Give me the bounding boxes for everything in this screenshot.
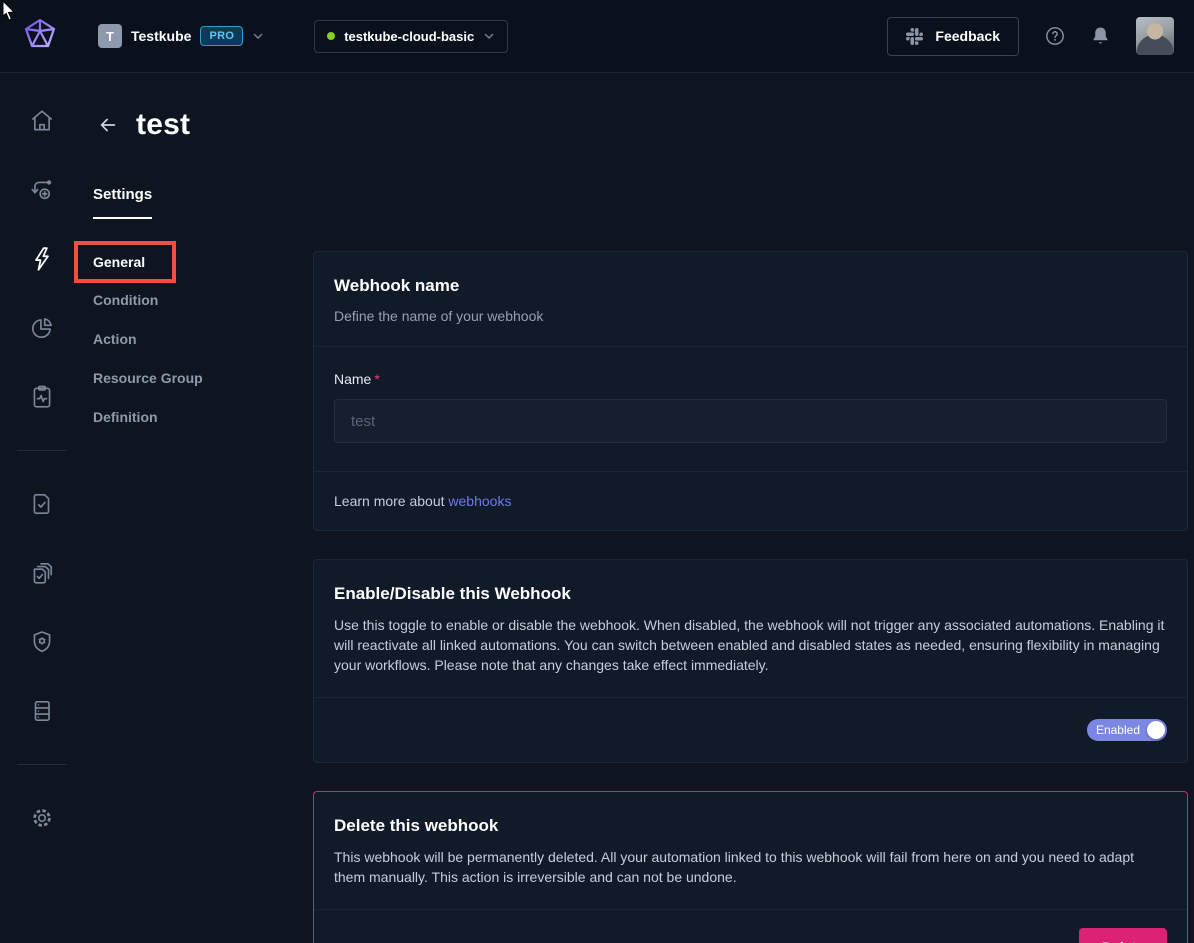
sidebar-divider xyxy=(17,450,67,451)
sidebar-divider xyxy=(17,764,67,765)
sidebar-item-webhooks[interactable] xyxy=(22,239,62,279)
sidebar-item-test-suites[interactable] xyxy=(22,553,62,593)
name-field-label: Name* xyxy=(334,371,380,387)
clipboard-pulse-icon xyxy=(29,384,55,410)
environment-status-dot xyxy=(327,32,335,40)
enable-disable-card: Enable/Disable this Webhook Use this tog… xyxy=(313,559,1188,763)
page-header: test xyxy=(93,108,1188,142)
settings-nav-resource-group[interactable]: Resource Group xyxy=(93,370,203,386)
home-icon xyxy=(29,108,55,134)
delete-webhook-card: Delete this webhook This webhook will be… xyxy=(313,791,1188,943)
feedback-button-label: Feedback xyxy=(935,28,1000,44)
webhook-name-input[interactable] xyxy=(334,399,1167,443)
webhooks-docs-link[interactable]: webhooks xyxy=(448,493,511,509)
help-icon[interactable] xyxy=(1045,26,1065,46)
settings-nav-definition[interactable]: Definition xyxy=(93,409,158,425)
top-bar: T Testkube PRO testkube-cloud-basic Feed… xyxy=(0,0,1194,73)
card-title: Delete this webhook xyxy=(334,816,1167,836)
sidebar-item-sources[interactable] xyxy=(22,691,62,731)
sidebar-item-triggers[interactable] xyxy=(22,170,62,210)
settings-nav-condition[interactable]: Condition xyxy=(93,292,158,308)
chevron-down-icon xyxy=(252,30,264,42)
sidebar-item-executors[interactable] xyxy=(22,622,62,662)
feedback-button[interactable]: Feedback xyxy=(887,17,1019,56)
lightning-bolt-icon xyxy=(29,246,55,272)
environment-name: testkube-cloud-basic xyxy=(344,29,474,44)
learn-more-note: Learn more about webhooks xyxy=(334,493,511,509)
page-title: test xyxy=(136,108,190,142)
tab-settings[interactable]: Settings xyxy=(93,186,152,219)
main-content: test Settings General Condition Action R… xyxy=(84,73,1194,943)
enabled-toggle[interactable]: Enabled xyxy=(1087,719,1167,741)
delete-button[interactable]: Delete xyxy=(1079,928,1167,943)
pie-chart-icon xyxy=(29,315,55,341)
toggle-knob xyxy=(1147,721,1165,739)
toggle-label: Enabled xyxy=(1096,723,1140,737)
server-icon xyxy=(29,698,55,724)
tab-bar: Settings xyxy=(93,186,1188,220)
user-avatar[interactable] xyxy=(1136,17,1174,55)
sidebar xyxy=(0,73,84,943)
organization-avatar: T xyxy=(98,24,122,48)
sidebar-item-settings[interactable] xyxy=(22,798,62,838)
documents-stack-icon xyxy=(29,560,55,586)
notifications-bell-icon[interactable] xyxy=(1091,26,1110,46)
slack-icon xyxy=(906,28,923,45)
card-title: Webhook name xyxy=(334,276,1167,296)
document-check-icon xyxy=(29,491,55,517)
card-title: Enable/Disable this Webhook xyxy=(334,584,1167,604)
annotation-highlight-box: General xyxy=(74,241,176,283)
sidebar-item-home[interactable] xyxy=(22,101,62,141)
settings-nav-action[interactable]: Action xyxy=(93,331,137,347)
settings-section-nav: General Condition Action Resource Group … xyxy=(93,251,313,943)
required-asterisk: * xyxy=(374,371,379,387)
plan-badge: PRO xyxy=(200,26,243,46)
shield-gear-icon xyxy=(29,629,55,655)
sidebar-item-tests[interactable] xyxy=(22,484,62,524)
chevron-down-icon xyxy=(483,30,495,42)
settings-nav-general[interactable]: General xyxy=(93,254,145,270)
sidebar-item-insights[interactable] xyxy=(22,308,62,348)
webhook-name-card: Webhook name Define the name of your web… xyxy=(313,251,1188,531)
organization-switcher[interactable]: T Testkube PRO xyxy=(98,24,264,48)
card-subtitle: Define the name of your webhook xyxy=(334,308,1167,324)
top-bar-actions: Feedback xyxy=(887,17,1174,56)
environment-select[interactable]: testkube-cloud-basic xyxy=(314,20,508,53)
gear-icon xyxy=(29,805,55,831)
testkube-logo-icon[interactable] xyxy=(18,14,62,58)
card-description: Use this toggle to enable or disable the… xyxy=(334,615,1167,675)
back-button[interactable] xyxy=(93,110,123,140)
sidebar-item-status-pages[interactable] xyxy=(22,377,62,417)
card-description: This webhook will be permanently deleted… xyxy=(334,847,1167,887)
trigger-plus-icon xyxy=(29,177,55,203)
organization-name: Testkube xyxy=(131,28,191,44)
